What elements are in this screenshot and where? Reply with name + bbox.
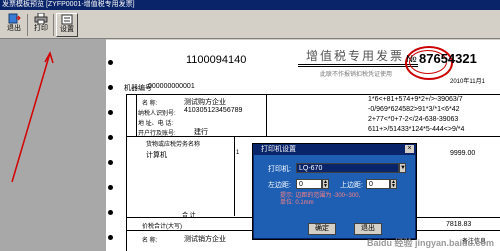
- exit-button[interactable]: 退出: [3, 13, 25, 37]
- top-margin-spinner[interactable]: ▲ ▼: [390, 179, 397, 189]
- margin-hint-line: 提示: 边距的范围为 -300~300,: [280, 193, 361, 199]
- cipher-line: 2+77<*0+7-2</24-638-39063: [368, 116, 459, 123]
- total-label: 价税合计(大写): [142, 224, 182, 230]
- top-margin-input[interactable]: 0: [366, 179, 390, 189]
- buyer-tax-id-value: 410305123456789: [184, 107, 243, 114]
- buyer-name-label: 名 称:: [142, 101, 158, 107]
- buyer-bank-value: 建行: [194, 129, 208, 136]
- printer-dropdown-arrow-icon[interactable]: ▼: [399, 163, 406, 173]
- window-title: 发票模板预览 [ZYFP0001-增值税专用发票]: [2, 1, 135, 8]
- window-titlebar: 发票模板预览 [ZYFP0001-增值税专用发票]: [0, 0, 500, 10]
- top-margin-label: 上边距:: [340, 182, 363, 189]
- exit-label: 退出: [7, 25, 21, 32]
- settings-icon: [61, 14, 73, 25]
- printer-label: 打印机:: [268, 166, 291, 173]
- invoice-date: 2010年11月1: [450, 79, 485, 85]
- invoice-code: 1100094140: [186, 54, 247, 66]
- left-margin-input[interactable]: 0: [296, 179, 322, 189]
- printer-select[interactable]: LQ-670: [296, 163, 399, 173]
- table-border-top: [126, 94, 500, 95]
- dialog-exit-button[interactable]: 退出: [354, 223, 382, 235]
- baidu-watermark: Baidu 经验 jingyan.baidu.com: [366, 238, 494, 248]
- toolbar-separator: [53, 14, 54, 36]
- invoice-no-prefix: №: [406, 54, 417, 65]
- invoice-title: 增值税专用发票: [306, 49, 405, 63]
- title-underline: [298, 64, 418, 65]
- printer-settings-dialog: 打印机设置 × 打印机: LQ-670 ▼ 左边距: 0 ▲ ▼ 上边距: 0 ▲…: [252, 143, 417, 240]
- buyer-bank-label: 开户行及账号:: [138, 131, 176, 137]
- title-underline: [298, 66, 418, 67]
- dialog-titlebar: 打印机设置: [253, 144, 416, 155]
- ok-button[interactable]: 确定: [308, 223, 336, 235]
- goods-item: 计算机: [146, 152, 167, 159]
- goods-amount: 9999.00: [450, 150, 476, 157]
- buyer-name-value: 测试购方企业: [184, 99, 226, 106]
- dialog-title: 打印机设置: [261, 146, 296, 153]
- settings-label: 设置: [60, 26, 74, 33]
- total-value: 7818.83: [446, 221, 472, 228]
- machine-code-value: 000000000001: [148, 83, 195, 90]
- invoice-subtitle: 此联不作报销扣税凭证使用: [320, 72, 393, 78]
- printer-icon: [34, 13, 48, 24]
- buyer-tax-id-label: 纳税人识别号:: [138, 111, 176, 117]
- preview-background: [0, 39, 106, 251]
- cipher-line: 611+>/51433*124*5-444<>9/*4: [368, 126, 465, 133]
- table-border-left: [126, 94, 127, 251]
- cipher-line: 1*6<+81+574+9*2+/>-39063/7: [368, 96, 463, 103]
- goods-header: 货物或应税劳务名称: [146, 142, 201, 148]
- tractor-feed-holes: [108, 40, 114, 251]
- goods-amount-small: 1: [236, 150, 240, 156]
- buyer-bottom-line: [126, 136, 500, 137]
- toolbar-separator: [27, 14, 28, 36]
- seller-name-label: 名 称:: [142, 238, 158, 244]
- goods-column-line: [234, 136, 235, 216]
- seller-name-value: 测试销方企业: [184, 236, 226, 243]
- margin-hint: 提示: 边距的范围为 -300~300, 单位: 0.1mm: [280, 193, 360, 207]
- print-button[interactable]: 打印: [30, 13, 52, 37]
- margin-hint-line: 单位: 0.1mm: [280, 200, 314, 206]
- exit-icon: [8, 13, 21, 24]
- toolbar: 退出 打印 设置: [0, 10, 500, 39]
- left-margin-label: 左边距:: [268, 182, 291, 189]
- cipher-line: -0/969*624582>91*3/*1<6*42: [368, 106, 460, 113]
- print-label: 打印: [34, 25, 48, 32]
- settings-button[interactable]: 设置: [56, 13, 78, 37]
- invoice-number: 87654321: [419, 51, 477, 66]
- dialog-body: 打印机: LQ-670 ▼ 左边距: 0 ▲ ▼ 上边距: 0 ▲ ▼ 提示: 边距…: [254, 155, 415, 238]
- buyer-address-label: 地 址、电 话:: [138, 121, 174, 127]
- buyer-column-line: [136, 94, 137, 136]
- cipher-column-line: [266, 94, 267, 136]
- left-margin-spinner[interactable]: ▲ ▼: [322, 179, 329, 189]
- dialog-close-button[interactable]: ×: [405, 145, 414, 153]
